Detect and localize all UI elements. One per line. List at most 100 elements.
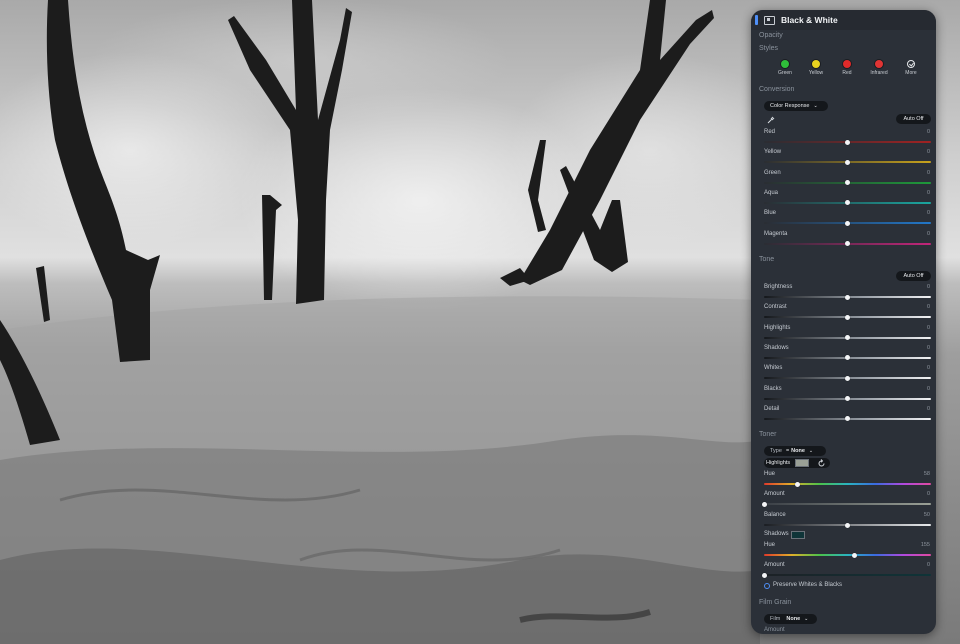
style-green[interactable]: Green [770, 60, 800, 76]
conversion-green-value[interactable]: 0 [927, 170, 930, 176]
conversion-magenta-label: Magenta [764, 230, 788, 237]
highlights-color-swatch[interactable] [795, 459, 809, 467]
preserve-whites-blacks-checkbox[interactable] [764, 583, 770, 589]
highlights-label: Highlights [766, 460, 791, 466]
tone-brightness-slider-thumb[interactable] [845, 294, 850, 300]
style-infrared[interactable]: Infrared [864, 60, 894, 76]
tone-shadows-label: Shadows [764, 344, 789, 351]
toner-label: Toner [759, 431, 777, 438]
styles-label: Styles [759, 45, 779, 52]
conversion-yellow-value[interactable]: 0 [927, 149, 930, 155]
eyedropper-icon[interactable] [767, 116, 775, 124]
conversion-green-slider-thumb[interactable] [845, 180, 850, 186]
tone-highlights-slider-thumb[interactable] [845, 335, 850, 341]
tone-brightness-slider[interactable] [764, 294, 931, 300]
conversion-green-label: Green [764, 169, 781, 176]
conversion-green-slider[interactable] [764, 180, 931, 186]
tone-shadows-slider-thumb[interactable] [845, 355, 850, 361]
conversion-aqua-slider[interactable] [764, 200, 931, 206]
style-label: More [905, 70, 917, 76]
shadows-hue-slider[interactable] [764, 552, 931, 558]
toner-balance-value[interactable]: 50 [924, 512, 930, 518]
reset-icon[interactable] [817, 459, 826, 468]
tone-contrast-slider-thumb[interactable] [845, 314, 850, 320]
toner-type-label: Type [770, 448, 782, 454]
conversion-blue-slider-thumb[interactable] [845, 220, 850, 226]
auto-button-label: Auto Off [903, 273, 924, 279]
opacity-label[interactable]: Opacity [759, 32, 783, 39]
highlights-amount-slider[interactable] [761, 501, 931, 507]
style-label: Yellow [808, 70, 824, 76]
highlights-hue-slider[interactable] [764, 481, 931, 487]
tone-whites-value[interactable]: 0 [927, 365, 930, 371]
conversion-magenta-slider[interactable] [764, 241, 931, 246]
color-response-dropdown[interactable]: Color Response ⌄ [764, 101, 828, 111]
tone-blacks-value[interactable]: 0 [927, 386, 930, 392]
highlights-amount-slider-thumb[interactable] [761, 501, 767, 507]
toner-balance-label: Balance [764, 512, 786, 518]
style-more[interactable]: More [896, 60, 926, 76]
panel-active-indicator [755, 15, 758, 25]
conversion-auto-button[interactable]: Auto Off [896, 114, 931, 124]
highlights-amount-value[interactable]: 0 [927, 491, 930, 497]
conversion-aqua-slider-thumb[interactable] [845, 200, 850, 206]
panel-header[interactable]: Black & White [751, 10, 936, 30]
conversion-red-slider[interactable] [764, 139, 931, 145]
black-and-white-panel: Black & White Opacity Styles Green Yello… [751, 10, 936, 634]
tone-brightness-value[interactable]: 0 [927, 284, 930, 290]
conversion-red-value[interactable]: 0 [927, 129, 930, 135]
shadows-hue-value[interactable]: 155 [921, 542, 930, 548]
chevron-down-icon: ⌄ [808, 448, 814, 454]
conversion-blue-value[interactable]: 0 [927, 210, 930, 216]
tone-blacks-slider-thumb[interactable] [845, 396, 850, 401]
tone-detail-slider-thumb[interactable] [845, 416, 850, 422]
conversion-yellow-slider[interactable] [764, 159, 931, 165]
shadows-hue-slider-thumb[interactable] [851, 552, 857, 558]
tone-shadows-value[interactable]: 0 [927, 345, 930, 351]
shadows-amount-slider-thumb[interactable] [761, 572, 767, 578]
highlights-hue-value[interactable]: 58 [924, 471, 930, 477]
tone-detail-value[interactable]: 0 [927, 406, 930, 412]
style-label: Green [778, 70, 792, 76]
tone-contrast-value[interactable]: 0 [927, 304, 930, 310]
tone-highlights-label: Highlights [764, 324, 791, 331]
shadows-amount-slider[interactable] [761, 572, 931, 578]
style-red[interactable]: Red [832, 60, 862, 76]
filter-icon [764, 15, 775, 25]
tone-highlights-slider[interactable] [764, 335, 931, 341]
conversion-magenta-slider-thumb[interactable] [845, 241, 850, 246]
film-dropdown[interactable]: Film None ⌄ [764, 614, 817, 624]
tone-whites-label: Whites [764, 365, 783, 372]
conversion-red-slider-thumb[interactable] [845, 139, 850, 145]
shadows-color-swatch[interactable] [791, 531, 805, 539]
film-value: None [786, 616, 801, 622]
tone-blacks-label: Blacks [764, 385, 782, 392]
film-label: Film [770, 616, 781, 622]
tone-contrast-slider[interactable] [764, 314, 931, 320]
conversion-blue-slider[interactable] [764, 220, 931, 226]
conversion-aqua-label: Aqua [764, 189, 779, 196]
conversion-magenta-value[interactable]: 0 [927, 231, 930, 237]
red-dot-icon [843, 60, 851, 68]
toner-type-dropdown[interactable]: Type = None ⌄ [764, 446, 826, 456]
tone-highlights-value[interactable]: 0 [927, 325, 930, 331]
tone-whites-slider[interactable] [764, 375, 931, 381]
highlights-hue-slider-thumb[interactable] [794, 481, 800, 487]
tone-shadows-slider[interactable] [764, 355, 931, 361]
shadows-amount-value[interactable]: 0 [927, 562, 930, 568]
tone-detail-slider[interactable] [764, 416, 931, 422]
green-dot-icon [781, 60, 789, 68]
highlights-amount-label: Amount [764, 491, 785, 497]
film-grain-label: Film Grain [759, 599, 792, 606]
tone-auto-button[interactable]: Auto Off [896, 271, 931, 281]
toner-balance-slider-thumb[interactable] [845, 522, 850, 528]
conversion-aqua-value[interactable]: 0 [927, 190, 930, 196]
tone-label: Tone [759, 256, 775, 263]
conversion-yellow-slider-thumb[interactable] [845, 159, 850, 165]
highlights-hue-label: Hue [764, 471, 776, 477]
style-yellow[interactable]: Yellow [801, 60, 831, 76]
tone-whites-slider-thumb[interactable] [845, 375, 850, 381]
toner-balance-slider[interactable] [764, 522, 931, 528]
tone-blacks-slider[interactable] [764, 396, 931, 401]
style-label: Infrared [870, 70, 888, 76]
